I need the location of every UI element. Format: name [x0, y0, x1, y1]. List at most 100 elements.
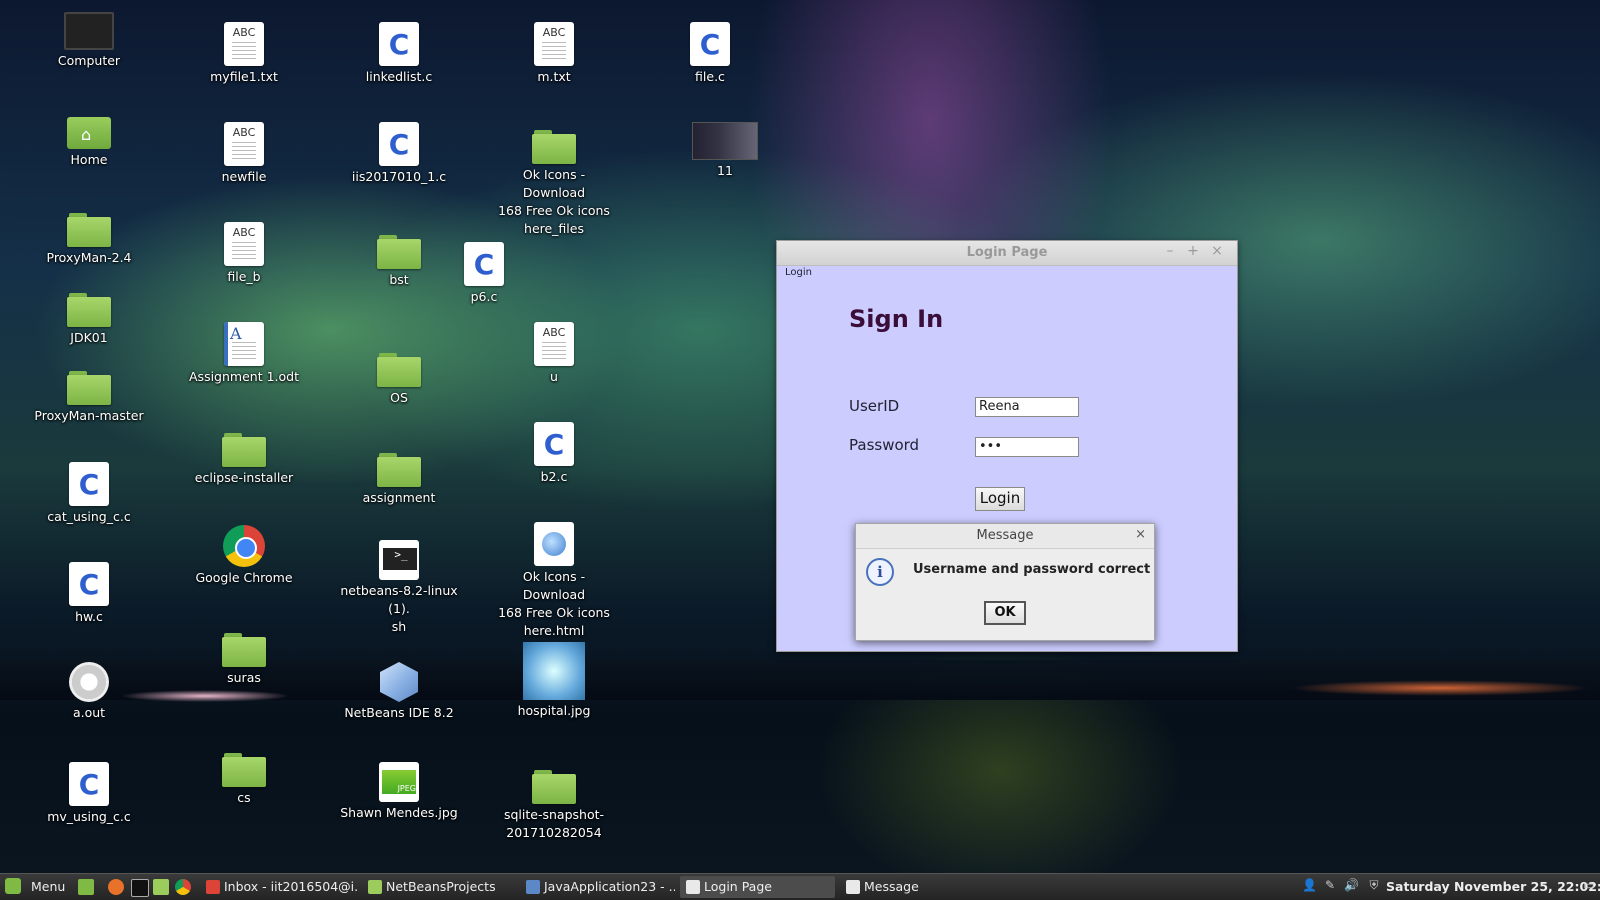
desktop-icon[interactable]: Chw.c: [30, 562, 148, 626]
desktop-icon-label: cs: [237, 790, 251, 805]
desktop-icon[interactable]: ProxyMan-master: [30, 363, 148, 425]
desktop-icon-label: Home: [70, 152, 108, 167]
desktop-icon-label: NetBeans IDE 8.2: [344, 705, 454, 720]
folder-icon: [340, 353, 458, 387]
netbeans-icon: [526, 880, 540, 894]
c-file-icon: C: [425, 242, 543, 286]
desktop-icon-label: Computer: [57, 53, 121, 68]
desktop-icon[interactable]: ABC newfile: [185, 122, 303, 186]
c-file-icon: C: [30, 762, 148, 806]
notifications-icon[interactable]: ▭: [1582, 878, 1596, 892]
desktop-icon[interactable]: sqlite-snapshot- 201710282054: [495, 762, 613, 842]
html-file-icon: [495, 522, 613, 566]
desktop-icon-label: suras: [227, 670, 261, 685]
menu-button[interactable]: Menu: [31, 877, 65, 897]
desktop-icon-label: u: [550, 369, 558, 384]
message-titlebar[interactable]: Message ×: [856, 524, 1154, 549]
folder-icon: [495, 130, 613, 164]
mint-menu-icon[interactable]: [5, 878, 21, 894]
folder-icon: [368, 880, 382, 894]
clock[interactable]: Saturday November 25, 22:02:37: [1386, 877, 1600, 897]
firefox-icon[interactable]: [108, 879, 124, 895]
c-file-icon: C: [30, 462, 148, 506]
taskbar-task[interactable]: Message: [840, 876, 995, 898]
desktop-icon[interactable]: hospital.jpg: [495, 642, 613, 720]
desktop-icon[interactable]: Shawn Mendes.jpg: [340, 762, 458, 822]
userid-field[interactable]: Reena: [975, 397, 1079, 417]
files-icon[interactable]: [153, 879, 169, 895]
desktop-icon[interactable]: Google Chrome: [185, 525, 303, 587]
desktop-icon-label: Google Chrome: [195, 570, 293, 585]
desktop-icon[interactable]: Cp6.c: [425, 242, 543, 306]
desktop-icon[interactable]: Ok Icons - Download 168 Free Ok icons he…: [495, 522, 613, 640]
message-text: Username and password correct: [913, 562, 1151, 577]
message-close-button[interactable]: ×: [1135, 527, 1146, 542]
desktop-icon-label: iis2017010_1.c: [351, 169, 447, 184]
desktop-icon[interactable]: Ccat_using_c.c: [30, 462, 148, 526]
terminal-icon[interactable]: [131, 879, 149, 897]
desktop-icon[interactable]: 11: [666, 122, 784, 180]
desktop-icon[interactable]: A Assignment 1.odt: [185, 322, 303, 386]
desktop-icon-label: Assignment 1.odt: [189, 369, 299, 384]
desktop-icon[interactable]: Cfile.c: [651, 22, 769, 86]
password-field[interactable]: •••: [975, 437, 1079, 457]
desktop-icon[interactable]: ABC u: [495, 322, 613, 386]
desktop-icon[interactable]: Clinkedlist.c: [340, 22, 458, 86]
desktop-icon-label: hospital.jpg: [517, 703, 591, 718]
desktop-icon[interactable]: Computer: [30, 12, 148, 70]
folder-icon: [495, 770, 613, 804]
close-button[interactable]: ×: [1208, 243, 1226, 259]
desktop-icon[interactable]: ABC myfile1.txt: [185, 22, 303, 86]
taskbar-task[interactable]: Inbox - iit2016504@i...: [200, 876, 358, 898]
login-window-titlebar[interactable]: Login Page – + ×: [777, 241, 1237, 266]
desktop-icon-label: myfile1.txt: [210, 69, 278, 84]
taskbar-task[interactable]: NetBeansProjects: [362, 876, 517, 898]
network-icon[interactable]: ✎: [1323, 878, 1337, 892]
desktop-icon[interactable]: eclipse-installer: [185, 425, 303, 487]
desktop-icon-label: file.c: [695, 69, 725, 84]
desktop-icon[interactable]: NetBeans IDE 8.2: [340, 662, 458, 722]
desktop-icon[interactable]: a.out: [30, 662, 148, 722]
shield-icon[interactable]: ⛨: [1367, 878, 1381, 892]
chrome-launcher-icon[interactable]: [175, 879, 191, 895]
desktop-icon[interactable]: ABC m.txt: [495, 22, 613, 86]
folder-icon: [30, 371, 148, 405]
taskbar-task-label: Login Page: [704, 879, 772, 894]
taskbar-task[interactable]: Login Page: [680, 876, 835, 898]
desktop-icon[interactable]: assignment: [340, 445, 458, 507]
maximize-button[interactable]: +: [1184, 243, 1202, 259]
user-icon[interactable]: 👤: [1302, 878, 1317, 892]
desktop-icon[interactable]: Cb2.c: [495, 422, 613, 486]
desktop-icon-label: hw.c: [75, 609, 103, 624]
desktop-icon-label: OS: [390, 390, 408, 405]
desktop-icon[interactable]: Ok Icons - Download 168 Free Ok icons he…: [495, 122, 613, 238]
c-file-icon: C: [495, 422, 613, 466]
show-desktop-icon[interactable]: [78, 879, 94, 895]
image-thumbnail-icon: [495, 642, 613, 700]
desktop-icon[interactable]: ⌂ Home: [30, 107, 148, 169]
c-file-icon: C: [340, 122, 458, 166]
desktop-icon[interactable]: Ciis2017010_1.c: [340, 122, 458, 186]
minimize-button[interactable]: –: [1161, 243, 1179, 259]
java-window-icon: [686, 880, 700, 894]
desktop-icon[interactable]: suras: [185, 625, 303, 687]
desktop-icon[interactable]: netbeans-8.2-linux (1). sh: [340, 540, 458, 636]
desktop-icon-label: netbeans-8.2-linux (1). sh: [340, 583, 458, 634]
text-file-icon: ABC: [495, 22, 613, 66]
taskbar-task-label: Inbox - iit2016504@i...: [224, 879, 358, 894]
menu-login[interactable]: Login: [785, 267, 812, 278]
desktop-icon[interactable]: Cmv_using_c.c: [30, 762, 148, 826]
executable-icon: [30, 662, 148, 702]
desktop-icon-label: linkedlist.c: [365, 69, 433, 84]
taskbar-task[interactable]: JavaApplication23 - ...: [520, 876, 675, 898]
screenshot-thumbnail-icon: [666, 122, 784, 160]
desktop-icon[interactable]: ProxyMan-2.4: [30, 205, 148, 267]
ok-button[interactable]: OK: [984, 601, 1026, 625]
text-file-icon: ABC: [185, 22, 303, 66]
login-button[interactable]: Login: [975, 487, 1025, 511]
desktop-icon[interactable]: OS: [340, 345, 458, 407]
desktop-icon[interactable]: JDK01: [30, 285, 148, 347]
desktop-icon[interactable]: cs: [185, 745, 303, 807]
volume-icon[interactable]: 🔊: [1344, 878, 1359, 892]
desktop-icon[interactable]: ABC file_b: [185, 222, 303, 286]
